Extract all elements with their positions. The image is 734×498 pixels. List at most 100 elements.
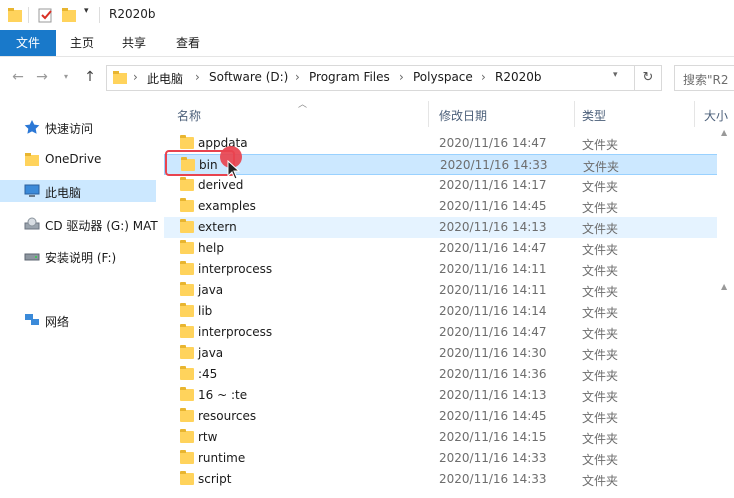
column-size[interactable]: 大小 bbox=[704, 107, 728, 124]
file-type: 文件夹 bbox=[582, 432, 619, 446]
file-row-help[interactable]: help 2020/11/16 14:47 文件夹 bbox=[158, 238, 722, 259]
breadcrumb-separator-icon[interactable]: › bbox=[133, 70, 138, 84]
file-row-runtime[interactable]: runtime 2020/11/16 14:33 文件夹 bbox=[158, 448, 722, 469]
breadcrumb-separator-icon[interactable]: › bbox=[195, 70, 200, 84]
tab-home[interactable]: 主页 bbox=[70, 30, 94, 56]
breadcrumb-drive[interactable]: Software (D:) bbox=[209, 70, 288, 84]
address-dropdown-icon[interactable]: ▾ bbox=[613, 70, 618, 80]
file-row-java[interactable]: java 2020/11/16 14:30 文件夹 bbox=[158, 343, 722, 364]
file-name: rtw bbox=[198, 430, 218, 444]
folder-icon bbox=[180, 219, 194, 233]
mouse-cursor-icon bbox=[227, 160, 241, 180]
file-row-examples[interactable]: examples 2020/11/16 14:45 文件夹 bbox=[158, 196, 722, 217]
vertical-scrollbar[interactable]: ▲ ▲ bbox=[717, 128, 734, 498]
file-row-script[interactable]: script 2020/11/16 14:33 文件夹 bbox=[158, 469, 722, 490]
folder-icon bbox=[180, 345, 194, 359]
column-name[interactable]: 名称 bbox=[177, 107, 201, 124]
refresh-icon[interactable]: ↻ bbox=[634, 66, 661, 90]
file-date: 2020/11/16 14:11 bbox=[439, 262, 547, 276]
file-type: 文件夹 bbox=[582, 201, 619, 215]
navigation-bar: ← → ▾ ↑ › 此电脑 › Software (D:) › Program … bbox=[0, 57, 734, 97]
navigation-pane: 快速访问 OneDrive 此电脑 CD 驱动器 (G:) MAT 安装说明 (… bbox=[0, 100, 158, 498]
file-name: examples bbox=[198, 199, 256, 213]
forward-arrow-icon[interactable]: → bbox=[32, 67, 52, 87]
file-row-java[interactable]: java 2020/11/16 14:11 文件夹 bbox=[158, 280, 722, 301]
search-box[interactable]: 搜索"R2 bbox=[674, 65, 734, 91]
back-arrow-icon[interactable]: ← bbox=[8, 67, 28, 87]
file-date: 2020/11/16 14:47 bbox=[439, 241, 547, 255]
sidebar-item-this-pc[interactable]: 此电脑 bbox=[0, 180, 156, 202]
sidebar-item-onedrive[interactable]: OneDrive bbox=[0, 148, 156, 170]
column-type[interactable]: 类型 bbox=[582, 107, 606, 124]
file-row-resources[interactable]: resources 2020/11/16 14:45 文件夹 bbox=[158, 406, 722, 427]
file-row-16-te[interactable]: 16 ~ :te 2020/11/16 14:13 文件夹 bbox=[158, 385, 722, 406]
sidebar-item-quick-access[interactable]: 快速访问 bbox=[0, 116, 156, 138]
tab-view[interactable]: 查看 bbox=[176, 30, 200, 56]
file-type: 文件夹 bbox=[582, 411, 619, 425]
file-row--45[interactable]: :45 2020/11/16 14:36 文件夹 bbox=[158, 364, 722, 385]
file-type: 文件夹 bbox=[582, 243, 619, 257]
breadcrumb-separator-icon[interactable]: › bbox=[295, 70, 300, 84]
breadcrumb-r2020b[interactable]: R2020b bbox=[495, 70, 542, 84]
folder-icon bbox=[180, 240, 194, 254]
file-row-bin[interactable]: bin 2020/11/16 14:33 文件夹 bbox=[164, 154, 734, 175]
breadcrumb-polyspace[interactable]: Polyspace bbox=[413, 70, 473, 84]
sidebar-item-network[interactable]: 网络 bbox=[0, 309, 156, 331]
address-bar[interactable]: › 此电脑 › Software (D:) › Program Files › … bbox=[106, 65, 662, 91]
file-list: ︿ 名称 修改日期 类型 大小 appdata 2020/11/16 14:47 文… bbox=[158, 97, 734, 498]
computer-icon bbox=[24, 184, 40, 197]
file-row-derived[interactable]: derived 2020/11/16 14:17 文件夹 bbox=[158, 175, 722, 196]
file-type: 文件夹 bbox=[582, 306, 619, 320]
file-date: 2020/11/16 14:17 bbox=[439, 178, 547, 192]
file-name: interprocess bbox=[198, 262, 273, 276]
new-folder-icon[interactable] bbox=[62, 7, 76, 23]
file-row-interprocess[interactable]: interprocess 2020/11/16 14:11 文件夹 bbox=[158, 259, 722, 280]
file-date: 2020/11/16 14:33 bbox=[439, 451, 547, 465]
search-input[interactable]: 搜索"R2 bbox=[683, 71, 729, 88]
file-type: 文件夹 bbox=[582, 390, 619, 404]
properties-icon[interactable] bbox=[38, 7, 54, 23]
folder-icon bbox=[180, 324, 194, 338]
file-name: help bbox=[198, 241, 224, 255]
file-date: 2020/11/16 14:30 bbox=[439, 346, 547, 360]
up-arrow-icon[interactable]: ↑ bbox=[80, 67, 100, 87]
tab-file[interactable]: 文件 bbox=[0, 30, 56, 56]
file-row-lib[interactable]: lib 2020/11/16 14:14 文件夹 bbox=[158, 301, 722, 322]
file-date: 2020/11/16 14:36 bbox=[439, 367, 547, 381]
drive-icon bbox=[24, 253, 40, 261]
file-type: 文件夹 bbox=[582, 138, 619, 152]
file-type: 文件夹 bbox=[582, 453, 619, 467]
sidebar-item-cd-drive[interactable]: CD 驱动器 (G:) MAT bbox=[0, 213, 158, 235]
folder-icon bbox=[180, 135, 194, 149]
file-type: 文件夹 bbox=[583, 160, 620, 174]
breadcrumb-separator-icon[interactable]: › bbox=[481, 70, 486, 84]
breadcrumb-program-files[interactable]: Program Files bbox=[309, 70, 390, 84]
breadcrumb-separator-icon[interactable]: › bbox=[399, 70, 404, 84]
ribbon: 文件 主页 共享 查看 bbox=[0, 30, 734, 57]
file-row-appdata[interactable]: appdata 2020/11/16 14:47 文件夹 bbox=[158, 133, 722, 154]
file-row-extern[interactable]: extern 2020/11/16 14:13 文件夹 bbox=[164, 217, 734, 238]
folder-icon bbox=[180, 261, 194, 275]
file-type: 文件夹 bbox=[582, 369, 619, 383]
file-date: 2020/11/16 14:45 bbox=[439, 199, 547, 213]
sidebar-item-label: 快速访问 bbox=[45, 122, 94, 136]
scroll-up-icon[interactable]: ▲ bbox=[721, 128, 727, 137]
tab-share[interactable]: 共享 bbox=[122, 30, 146, 56]
breadcrumb-this-pc[interactable]: 此电脑 bbox=[147, 70, 183, 87]
file-date: 2020/11/16 14:15 bbox=[439, 430, 547, 444]
scroll-up-icon[interactable]: ▲ bbox=[721, 282, 727, 291]
recent-locations-chevron-icon[interactable]: ▾ bbox=[56, 67, 76, 87]
folder-icon[interactable] bbox=[8, 7, 22, 23]
column-date[interactable]: 修改日期 bbox=[439, 107, 487, 124]
column-header: ︿ 名称 修改日期 类型 大小 bbox=[158, 97, 734, 131]
customize-toolbar-icon[interactable]: ▾ bbox=[84, 6, 89, 16]
file-date: 2020/11/16 14:47 bbox=[439, 136, 547, 150]
file-type: 文件夹 bbox=[582, 327, 619, 341]
file-name: interprocess bbox=[198, 325, 273, 339]
folder-icon bbox=[180, 450, 194, 464]
column-divider bbox=[428, 101, 429, 127]
sidebar-item-install-drive[interactable]: 安装说明 (F:) bbox=[0, 245, 156, 267]
file-row-rtw[interactable]: rtw 2020/11/16 14:15 文件夹 bbox=[158, 427, 722, 448]
sort-ascending-icon: ︿ bbox=[298, 100, 308, 110]
file-row-interprocess[interactable]: interprocess 2020/11/16 14:47 文件夹 bbox=[158, 322, 722, 343]
